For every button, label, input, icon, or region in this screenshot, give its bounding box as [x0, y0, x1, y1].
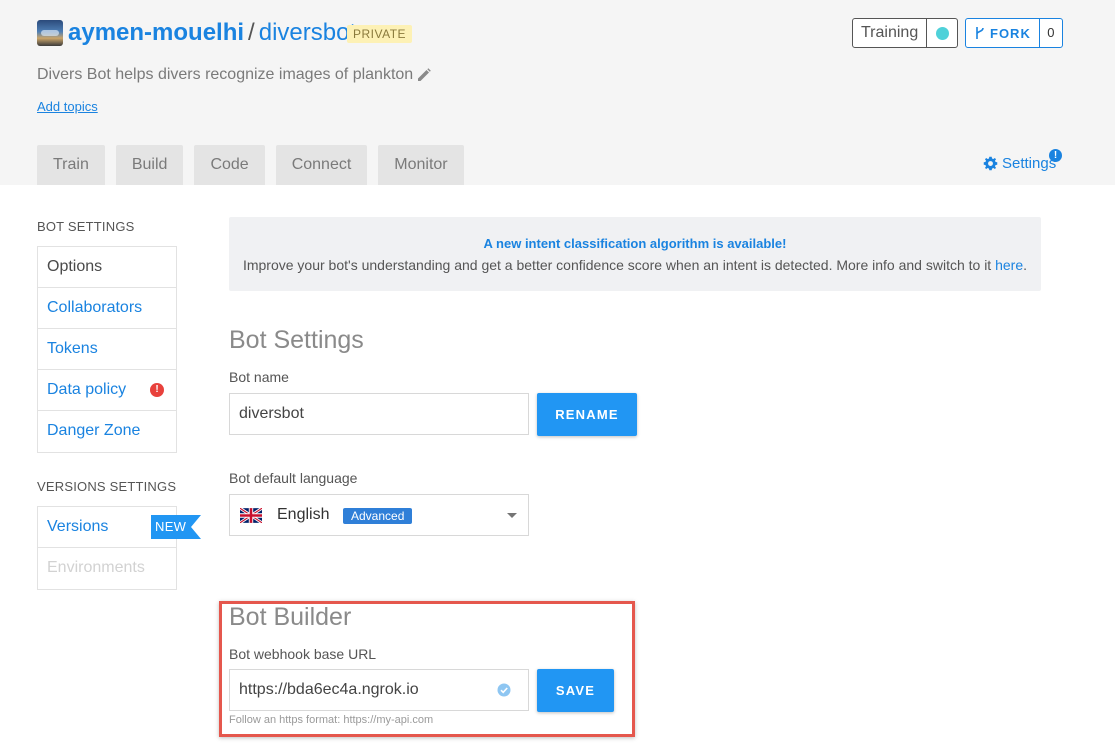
notice-title: A new intent classification algorithm is… — [483, 236, 787, 251]
tab-build[interactable]: Build — [115, 145, 184, 185]
settings-label: Settings — [1002, 155, 1057, 172]
status-dot-icon — [935, 26, 949, 40]
fork-label: FORK — [990, 25, 1031, 41]
sidebar-item-environments: Environments — [47, 559, 145, 576]
gear-icon — [983, 156, 998, 171]
tab-connect[interactable]: Connect — [275, 145, 368, 185]
webhook-helper-text: Follow an https format: https://my-api.c… — [229, 714, 434, 726]
add-topics-link[interactable]: Add topics — [37, 99, 98, 114]
uk-flag-icon — [240, 508, 262, 523]
bot-name-label: Bot name — [229, 369, 289, 385]
repo-link[interactable]: diversbot — [259, 19, 356, 46]
sidebar-item-options[interactable]: Options — [38, 247, 176, 288]
repo-title: aymen-mouelhi / diversbot — [68, 18, 356, 48]
webhook-url-label: Bot webhook base URL — [229, 646, 377, 662]
sidebar-item-tokens[interactable]: Tokens — [38, 329, 176, 370]
bot-builder-title: Bot Builder — [229, 603, 352, 631]
algorithm-notice: A new intent classification algorithm is… — [229, 217, 1041, 291]
webhook-url-input[interactable] — [229, 669, 529, 711]
chevron-down-icon — [507, 513, 517, 518]
private-badge: PRIVATE — [347, 25, 413, 43]
training-label: Training — [853, 19, 928, 47]
notice-body: Improve your bot's understanding and get… — [242, 257, 996, 273]
bot-settings-title: Bot Settings — [229, 326, 364, 354]
language-select[interactable]: English Advanced — [229, 494, 529, 536]
settings-link[interactable]: Settings — [983, 155, 1056, 172]
alert-icon: ! — [150, 383, 164, 397]
verified-check-icon — [497, 683, 511, 697]
bot-settings-heading: BOT SETTINGS — [37, 219, 135, 234]
sidebar-item-label: Data policy — [47, 381, 127, 398]
fork-icon — [976, 27, 984, 39]
title-separator: / — [248, 19, 255, 46]
training-indicator — [927, 19, 957, 47]
tab-monitor[interactable]: Monitor — [378, 145, 464, 185]
settings-notification-badge: ! — [1049, 149, 1062, 162]
notice-text: Improve your bot's understanding and get… — [229, 257, 1041, 273]
sidebar-item-danger-zone[interactable]: Danger Zone — [38, 411, 176, 452]
notice-here-link[interactable]: here — [995, 257, 1023, 273]
notice-suffix: . — [1023, 257, 1028, 273]
fork-control: FORK 0 — [965, 18, 1063, 48]
owner-avatar[interactable] — [37, 20, 63, 46]
fork-count: 0 — [1047, 25, 1055, 40]
versions-settings-heading: VERSIONS SETTINGS — [37, 479, 177, 494]
sidebar-item-collaborators[interactable]: Collaborators — [38, 288, 176, 329]
training-status[interactable]: Training — [852, 18, 959, 48]
new-ribbon-label: NEW — [155, 519, 187, 534]
fork-button[interactable]: FORK — [966, 19, 1040, 47]
bot-language-label: Bot default language — [229, 470, 358, 486]
repo-description: Divers Bot helps divers recognize images… — [37, 66, 414, 83]
bot-name-input[interactable] — [229, 393, 529, 435]
owner-link[interactable]: aymen-mouelhi — [68, 19, 244, 46]
edit-pencil-icon[interactable] — [416, 67, 432, 83]
rename-button[interactable]: RENAME — [537, 393, 637, 436]
language-value: English — [277, 506, 330, 523]
sidebar-item-data-policy[interactable]: Data policy ! — [38, 370, 176, 411]
save-button[interactable]: SAVE — [537, 669, 614, 712]
tab-train[interactable]: Train — [37, 145, 105, 185]
advanced-badge: Advanced — [343, 508, 413, 524]
main-tabs: Train Build Code Connect Monitor — [37, 145, 475, 185]
bot-settings-menu: Options Collaborators Tokens Data policy… — [37, 246, 177, 453]
tab-code[interactable]: Code — [194, 145, 265, 185]
